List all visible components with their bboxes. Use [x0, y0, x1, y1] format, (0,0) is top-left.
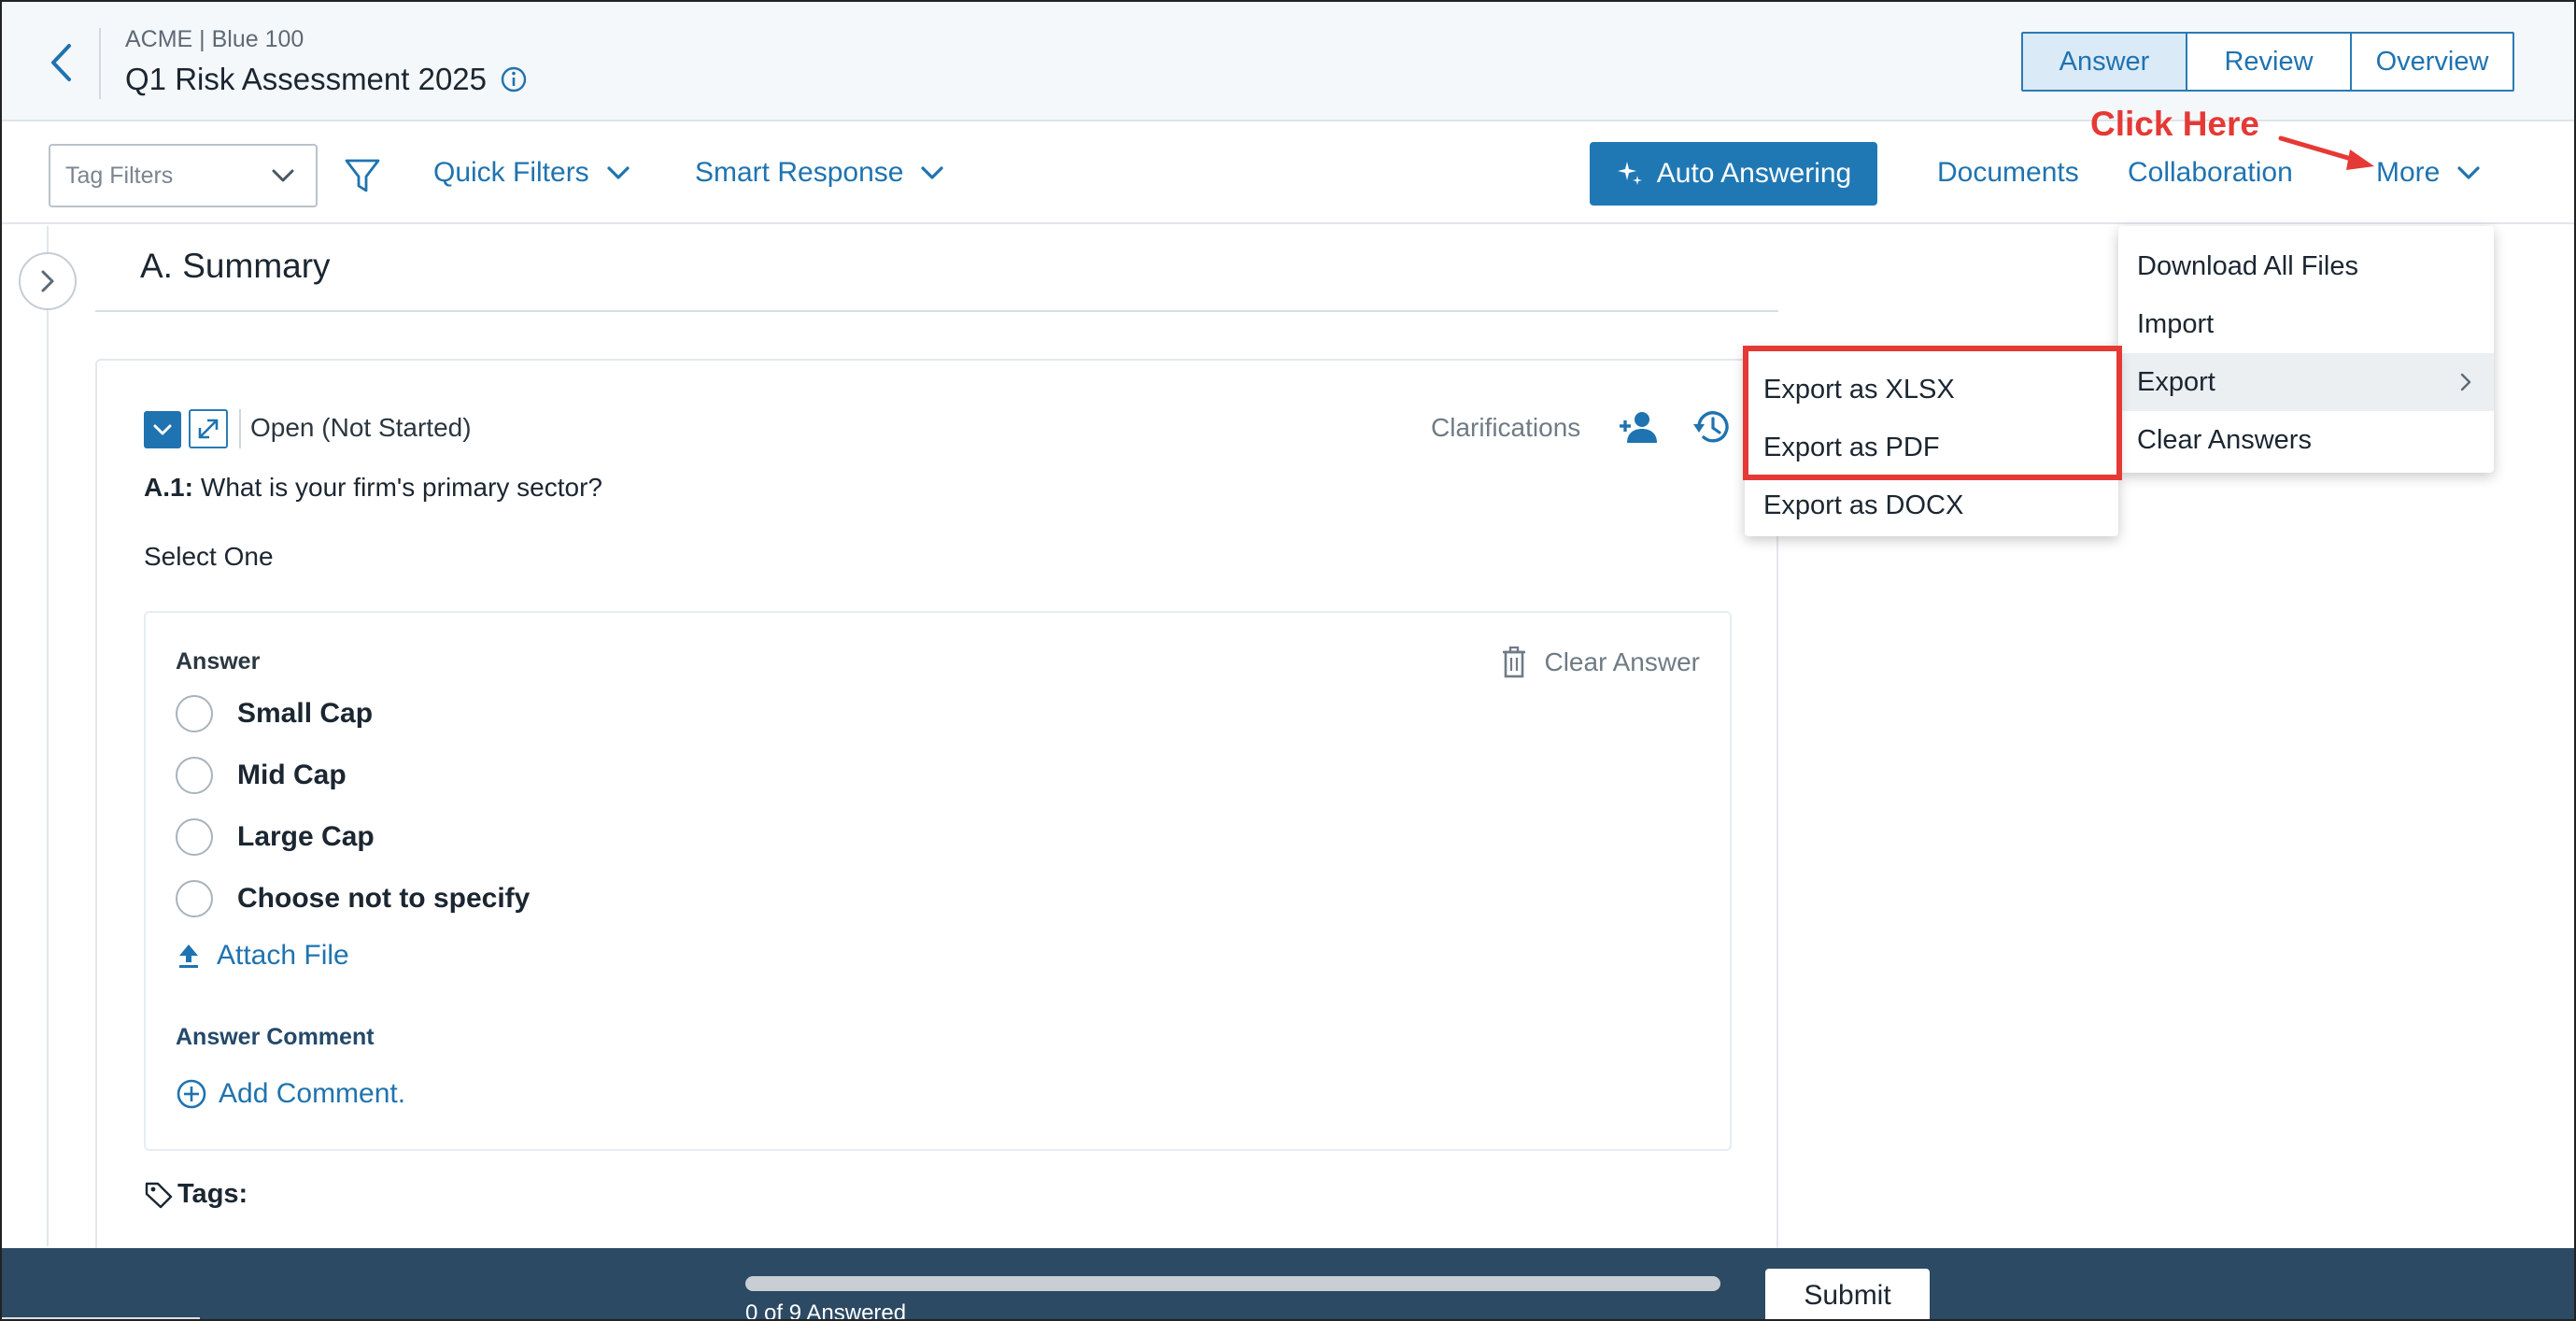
smart-response-dropdown[interactable]: Smart Response — [695, 157, 944, 189]
status-badge: Open (Not Started) — [250, 413, 472, 442]
radio-button[interactable] — [176, 757, 213, 794]
upload-icon — [179, 945, 198, 968]
radio-button[interactable] — [176, 818, 213, 856]
click-here-annotation: Click Here — [2090, 105, 2259, 143]
submit-button[interactable]: Submit — [1765, 1269, 1930, 1319]
tag-filter-placeholder: Tag Filters — [65, 162, 174, 189]
section-title: A. Summary — [140, 247, 331, 285]
option-label: Large Cap — [237, 821, 375, 852]
more-dropdown[interactable]: More — [2376, 157, 2481, 189]
footer-divider — [2, 1317, 200, 1319]
collapse-toggle[interactable] — [144, 411, 181, 448]
annotation-arrow-icon — [2278, 135, 2374, 170]
quick-filters-dropdown[interactable]: Quick Filters — [433, 157, 630, 189]
filter-icon[interactable] — [342, 155, 383, 196]
trash-icon — [1503, 646, 1526, 678]
attach-file-label: Attach File — [217, 940, 349, 971]
more-label: More — [2376, 157, 2441, 188]
question-text: What is your firm's primary sector? — [200, 473, 602, 502]
view-tabs: Answer Review Overview — [2021, 32, 2514, 92]
question-instruction: Select One — [144, 542, 274, 571]
menu-item-import[interactable]: Import — [2118, 295, 2494, 353]
collaboration-link[interactable]: Collaboration — [2128, 157, 2293, 189]
tab-review[interactable]: Review — [2187, 34, 2352, 90]
more-menu: Download All Files Import Export Clear A… — [2118, 226, 2494, 473]
documents-link[interactable]: Documents — [1937, 157, 2079, 189]
radio-button[interactable] — [176, 880, 213, 917]
answer-panel: Answer Clear Answer Small Cap Mid Cap La… — [144, 611, 1732, 1151]
answer-comment-label: Answer Comment — [176, 1024, 375, 1050]
clarifications-link[interactable]: Clarifications — [1431, 413, 1580, 443]
clear-answer-label: Clear Answer — [1544, 647, 1700, 676]
tag-filter-select[interactable]: Tag Filters — [49, 144, 318, 207]
expand-button[interactable] — [189, 409, 228, 448]
question-card: Open (Not Started) Clarifications A.1: W… — [95, 359, 1778, 1256]
app-window: ACME | Blue 100 Q1 Risk Assessment 2025 … — [0, 0, 2576, 1321]
option-label: Mid Cap — [237, 760, 347, 790]
tags-row: Tags: — [144, 1179, 248, 1210]
chevron-right-icon — [2460, 373, 2471, 391]
chevron-down-icon — [272, 169, 294, 182]
option-choose-not-to-specify[interactable]: Choose not to specify — [176, 880, 530, 917]
radio-button[interactable] — [176, 695, 213, 732]
chevron-right-icon — [41, 270, 54, 292]
option-large-cap[interactable]: Large Cap — [176, 818, 375, 856]
left-rail — [47, 226, 49, 1246]
menu-item-export[interactable]: Export — [2118, 353, 2494, 411]
tag-icon — [145, 1182, 173, 1208]
auto-answering-label: Auto Answering — [1656, 158, 1852, 189]
chevron-down-icon — [921, 166, 944, 179]
breadcrumb: ACME | Blue 100 — [125, 26, 304, 52]
option-label: Choose not to specify — [237, 883, 531, 914]
menu-item-clear-answers[interactable]: Clear Answers — [2118, 411, 2494, 469]
add-comment-label: Add Comment. — [219, 1078, 406, 1109]
section-divider — [95, 310, 1778, 312]
option-label: Small Cap — [237, 698, 374, 729]
chevron-down-icon — [153, 424, 172, 435]
header-divider — [99, 28, 101, 99]
add-comment-button[interactable]: Add Comment. — [176, 1078, 405, 1110]
question-number: A.1: — [144, 473, 193, 502]
progress-bar — [745, 1276, 1720, 1291]
sidebar-toggle-button[interactable] — [19, 252, 77, 310]
option-small-cap[interactable]: Small Cap — [176, 695, 373, 732]
clear-answer-button[interactable]: Clear Answer — [1501, 646, 1700, 678]
status-divider — [239, 409, 241, 448]
tags-label: Tags: — [177, 1179, 248, 1209]
progress-label: 0 of 9 Answered — [745, 1300, 907, 1321]
chevron-down-icon — [2457, 166, 2480, 179]
page-title: Q1 Risk Assessment 2025 — [125, 62, 488, 96]
footer-bar: 0 of 9 Answered Submit — [2, 1248, 2574, 1321]
auto-answering-button[interactable]: Auto Answering — [1590, 142, 1877, 206]
menu-item-label: Export — [2137, 366, 2215, 397]
menu-item-label: Import — [2137, 308, 2215, 339]
chevron-left-icon — [51, 44, 71, 81]
annotation-highlight-box — [1743, 346, 2122, 480]
menu-item-label: Clear Answers — [2137, 424, 2312, 455]
smart-response-label: Smart Response — [695, 157, 904, 188]
menu-item-label: Download All Files — [2137, 250, 2358, 281]
tab-overview[interactable]: Overview — [2352, 34, 2512, 90]
page-title-row: Q1 Risk Assessment 2025 — [125, 62, 528, 97]
sparkle-icon — [1617, 162, 1642, 185]
back-button[interactable] — [39, 37, 82, 88]
tab-answer[interactable]: Answer — [2023, 34, 2187, 90]
plus-circle-icon — [177, 1079, 206, 1109]
menu-item-download-all-files[interactable]: Download All Files — [2118, 237, 2494, 295]
option-mid-cap[interactable]: Mid Cap — [176, 757, 347, 794]
info-icon[interactable] — [500, 65, 528, 93]
menu-item-export-docx[interactable]: Export as DOCX — [1745, 476, 2118, 534]
question-text-row: A.1: What is your firm's primary sector? — [144, 473, 602, 503]
attach-file-button[interactable]: Attach File — [177, 940, 349, 972]
expand-icon — [198, 419, 219, 439]
page-header: ACME | Blue 100 Q1 Risk Assessment 2025 … — [2, 2, 2574, 121]
quick-filters-label: Quick Filters — [433, 157, 589, 188]
history-icon[interactable] — [1691, 405, 1734, 448]
answer-label: Answer — [176, 648, 261, 675]
chevron-down-icon — [607, 166, 630, 179]
assign-user-icon[interactable] — [1618, 407, 1661, 447]
